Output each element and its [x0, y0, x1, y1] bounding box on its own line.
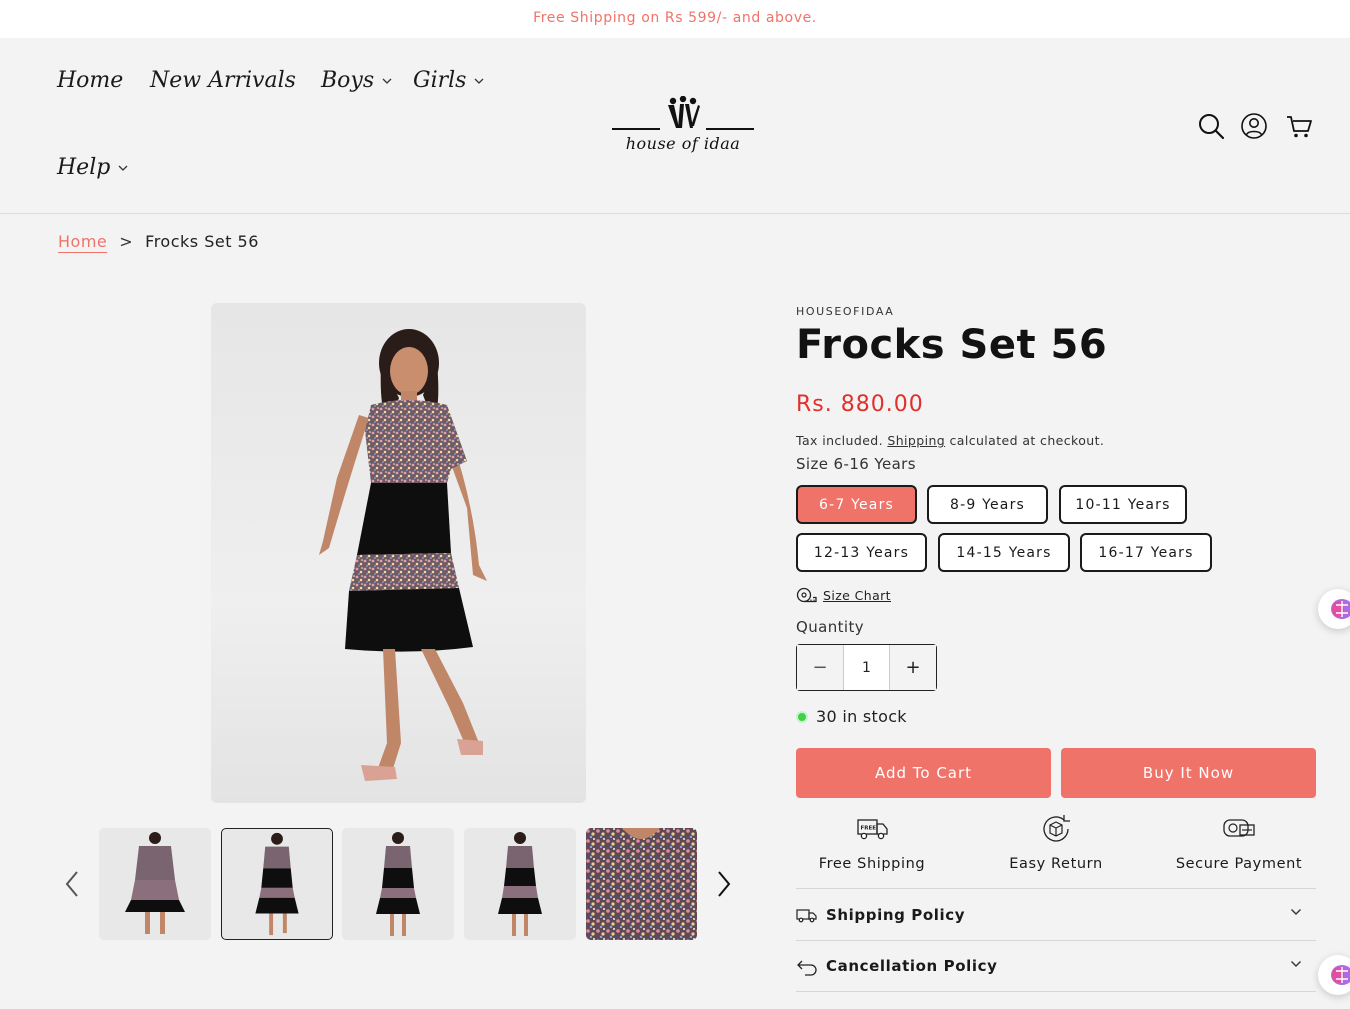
quantity-label: Quantity — [796, 618, 865, 636]
product-vendor: HOUSEOFIDAA — [796, 305, 895, 318]
size-label: Size 6-16 Years — [796, 455, 916, 473]
nav-home-label: Home — [57, 68, 124, 93]
thumbnail-prev-arrow-icon[interactable] — [58, 866, 86, 902]
product-main-image[interactable] — [211, 303, 586, 803]
logo-text: house of idaa — [625, 134, 741, 153]
size-option-16-17[interactable]: 16-17 Years — [1080, 533, 1212, 572]
size-option-8-9[interactable]: 8-9 Years — [927, 485, 1048, 524]
site-header: Home New Arrivals Boys Girls Help house … — [0, 38, 1350, 214]
nav-new-arrivals[interactable]: New Arrivals — [150, 68, 296, 93]
product-title: Frocks Set 56 — [796, 322, 1108, 368]
buy-it-now-button[interactable]: Buy It Now — [1061, 748, 1316, 798]
brain-widget-icon — [1331, 965, 1350, 985]
thumbnail-1[interactable] — [99, 828, 211, 940]
product-price: Rs. 880.00 — [796, 392, 924, 417]
nav-home[interactable]: Home — [57, 68, 123, 93]
floating-widget-button-2[interactable] — [1318, 955, 1350, 995]
stock-text: 30 in stock — [816, 707, 907, 726]
breadcrumb: Home > Frocks Set 56 — [58, 232, 259, 251]
return-arrow-icon — [797, 960, 817, 976]
size-option-14-15[interactable]: 14-15 Years — [938, 533, 1070, 572]
size-option-10-11[interactable]: 10-11 Years — [1059, 485, 1187, 524]
quantity-increase-button[interactable]: + — [890, 645, 936, 690]
shipping-policy-label: Shipping Policy — [826, 905, 966, 924]
quantity-input[interactable] — [843, 645, 890, 690]
cancellation-policy-label: Cancellation Policy — [826, 957, 998, 975]
cancellation-policy-accordion[interactable]: Cancellation Policy — [796, 940, 1316, 992]
chevron-down-icon — [1291, 961, 1301, 967]
truck-outline-icon — [796, 908, 817, 922]
in-stock-dot-icon — [796, 710, 808, 723]
girl-dress-illustration — [319, 329, 487, 781]
quantity-decrease-button[interactable]: − — [797, 645, 843, 690]
feature-free-shipping: FREE Free Shipping — [792, 812, 952, 872]
nav-girls-label: Girls — [413, 68, 467, 93]
breadcrumb-home-link[interactable]: Home — [58, 232, 107, 251]
breadcrumb-current: Frocks Set 56 — [145, 232, 259, 251]
chevron-down-icon — [118, 165, 128, 171]
chevron-down-icon — [382, 78, 392, 84]
quantity-stepper: − + — [796, 644, 937, 691]
size-chart-label: Size Chart — [823, 587, 891, 603]
nav-help[interactable]: Help — [57, 155, 128, 180]
chevron-down-icon — [1291, 909, 1301, 915]
nav-boys-label: Boys — [321, 68, 375, 93]
size-option-6-7[interactable]: 6-7 Years — [796, 485, 917, 524]
breadcrumb-separator: > — [119, 232, 134, 251]
cart-icon[interactable] — [1285, 112, 1313, 140]
logo-right-bar — [706, 128, 754, 130]
thumbnail-3[interactable] — [342, 828, 454, 940]
thumbnail-image — [586, 828, 697, 940]
feature-secure-payment-label: Secure Payment — [1175, 856, 1303, 872]
feature-free-shipping-label: Free Shipping — [818, 856, 926, 872]
return-box-icon — [1043, 815, 1070, 842]
brand-logo[interactable]: house of idaa — [612, 96, 754, 156]
nav-girls[interactable]: Girls — [413, 68, 484, 93]
svg-text:FREE: FREE — [861, 826, 877, 832]
nav-help-label: Help — [57, 155, 111, 180]
thumbnail-5-fabric-closeup[interactable] — [586, 828, 697, 940]
floating-widget-button[interactable] — [1318, 589, 1350, 629]
measuring-tape-icon — [796, 587, 817, 603]
shipping-link[interactable]: Shipping — [887, 433, 945, 448]
size-option-12-13[interactable]: 12-13 Years — [796, 533, 927, 572]
feature-easy-return-label: Easy Return — [1009, 856, 1103, 872]
thumbnail-next-arrow-icon[interactable] — [710, 866, 738, 902]
logo-left-bar — [612, 128, 660, 130]
add-to-cart-button[interactable]: Add To Cart — [796, 748, 1051, 798]
tax-note-suffix: calculated at checkout. — [949, 433, 1105, 448]
shipping-policy-accordion[interactable]: Shipping Policy — [796, 888, 1316, 940]
brain-widget-icon — [1331, 599, 1350, 619]
stock-status: 30 in stock — [796, 707, 907, 726]
thumbnail-image — [255, 832, 299, 936]
search-icon[interactable] — [1197, 112, 1225, 140]
nav-boys[interactable]: Boys — [321, 68, 392, 93]
delivery-truck-icon: FREE — [857, 819, 888, 840]
account-icon[interactable] — [1240, 112, 1268, 140]
announcement-bar: Free Shipping on Rs 599/- and above. — [0, 0, 1350, 38]
chevron-down-icon — [474, 78, 484, 84]
feature-secure-payment: Secure Payment — [1159, 812, 1319, 872]
thumbnail-image — [125, 832, 185, 934]
thumbnail-4[interactable] — [464, 828, 576, 940]
thumbnail-2[interactable] — [221, 828, 333, 940]
nav-new-arrivals-label: New Arrivals — [150, 68, 296, 93]
tax-note: Tax included. Shipping calculated at che… — [796, 433, 1104, 448]
logo-figures-icon — [668, 96, 700, 128]
thumbnail-image — [498, 832, 542, 936]
tax-note-prefix: Tax included. — [796, 433, 883, 448]
thumbnail-image — [376, 832, 420, 936]
feature-easy-return: Easy Return — [976, 812, 1136, 872]
size-chart-link[interactable]: Size Chart — [796, 587, 891, 603]
secure-payment-icon — [1223, 819, 1255, 837]
